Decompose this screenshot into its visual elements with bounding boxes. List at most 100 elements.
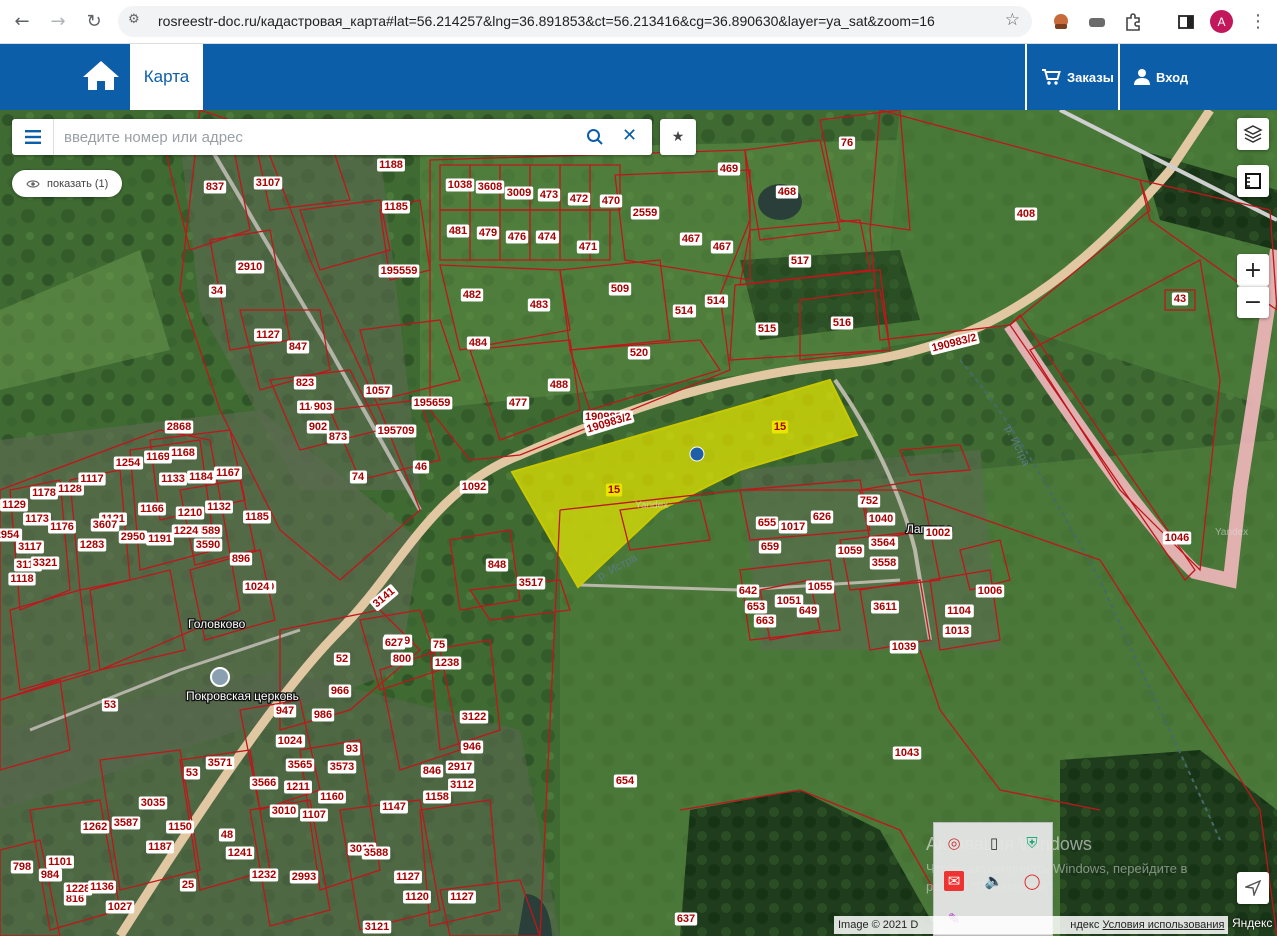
parcel-number[interactable]: 195709 — [378, 425, 415, 437]
parcel-number[interactable]: 1017 — [781, 521, 805, 533]
parcel-number[interactable]: 846 — [423, 765, 441, 777]
parcel-number[interactable]: 1185 — [384, 201, 408, 213]
sidebar-icon[interactable] — [1172, 8, 1200, 36]
parcel-number[interactable]: 488 — [550, 379, 568, 391]
parcel-number[interactable]: 1184 — [189, 471, 214, 483]
parcel-number[interactable]: 472 — [570, 193, 588, 205]
yandex-logo[interactable]: Яндекс — [1232, 916, 1272, 930]
parcel-number[interactable]: 1173 — [25, 513, 49, 525]
parcel-number[interactable]: 653 — [747, 601, 765, 613]
parcel-number[interactable]: 1128 — [58, 483, 82, 495]
parcel-number[interactable]: 627 — [385, 637, 403, 649]
parcel-number[interactable]: 2917 — [448, 761, 472, 773]
parcel-number[interactable]: 53 — [104, 699, 116, 711]
parcel-number[interactable]: 46 — [415, 461, 427, 473]
parcel-number[interactable]: 823 — [296, 377, 314, 389]
parcel-number[interactable]: 1224 — [174, 525, 199, 537]
parcel-number[interactable]: 800 — [393, 653, 411, 665]
parcel-number[interactable]: 1101 — [48, 856, 72, 868]
usb-icon[interactable]: ▯ — [984, 833, 1004, 853]
parcel-number[interactable]: 3112 — [450, 779, 474, 791]
parcel-number[interactable]: 3121 — [365, 921, 389, 933]
parcel-number[interactable]: 986 — [314, 709, 332, 721]
parcel-number[interactable]: 873 — [329, 431, 347, 443]
parcel-number[interactable]: 408 — [1017, 208, 1035, 220]
parcel-number[interactable]: 1188 — [379, 159, 403, 171]
tray-app-icon[interactable]: ✉ — [944, 871, 964, 891]
parcel-number[interactable]: 1132 — [207, 501, 231, 513]
parcel-number[interactable]: 3321 — [33, 557, 57, 569]
parcel-number[interactable]: 2868 — [167, 421, 191, 433]
parcel-number[interactable]: 1191 — [148, 533, 172, 545]
parcel-number[interactable]: 752 — [860, 495, 878, 507]
parcel-number[interactable]: 25 — [182, 879, 194, 891]
parcel-number[interactable]: 195559 — [381, 265, 418, 277]
parcel-number[interactable]: 626 — [813, 511, 831, 523]
parcel-number[interactable]: 2950 — [121, 531, 145, 543]
parcel-number[interactable]: 1092 — [462, 481, 486, 493]
parcel-number[interactable]: 3558 — [872, 557, 896, 569]
parcel-number[interactable]: 52 — [336, 653, 348, 665]
parcel-number[interactable]: 481 — [449, 225, 467, 237]
parcel-number[interactable]: 1002 — [926, 527, 950, 539]
parcel-number[interactable]: 514 — [707, 295, 726, 307]
parcel-number[interactable]: 3608 — [478, 181, 502, 193]
parcel-number[interactable]: 1241 — [228, 847, 252, 859]
parcel-number[interactable]: 642 — [739, 585, 757, 597]
parcel-number[interactable]: 1038 — [448, 179, 472, 191]
parcel-number[interactable]: 74 — [352, 471, 365, 483]
parcel-number[interactable]: 3035 — [141, 797, 165, 809]
close-icon[interactable]: ✕ — [622, 125, 637, 146]
parcel-number[interactable]: 1024 — [278, 735, 303, 747]
parcel-number[interactable]: 1129 — [2, 499, 26, 511]
login-button[interactable]: Вход — [1134, 44, 1188, 110]
menu-button[interactable] — [12, 119, 54, 155]
speaker-muted-icon[interactable]: 🔈 — [984, 871, 1004, 891]
forward-icon[interactable]: → — [44, 8, 72, 36]
parcel-number[interactable]: 1262 — [83, 821, 107, 833]
parcel-number[interactable]: 1059 — [838, 545, 862, 557]
parcel-number[interactable]: 1118 — [10, 573, 33, 585]
search-input[interactable] — [64, 127, 574, 147]
parcel-number[interactable]: 903 — [314, 401, 332, 413]
parcel-number[interactable]: 93 — [346, 743, 358, 755]
cadastral-map[interactable]: Головково Лаптево Покровская церковь р. … — [0, 110, 1277, 936]
satellite-map-layer[interactable]: Головково Лаптево Покровская церковь р. … — [0, 110, 1277, 936]
parcel-number[interactable]: 3566 — [252, 777, 276, 789]
parcel-number[interactable]: 1158 — [425, 791, 449, 803]
parcel-number[interactable]: 467 — [682, 233, 700, 245]
terms-link[interactable]: Условия использования — [1102, 919, 1224, 931]
parcel-number[interactable]: 515 — [758, 323, 776, 335]
parcel-number[interactable]: 1147 — [382, 801, 406, 813]
show-button[interactable]: показать (1) — [12, 170, 123, 197]
parcel-number[interactable]: 3117 — [18, 541, 42, 553]
parcel-number[interactable]: 3009 — [507, 187, 531, 199]
parcel-number[interactable]: 2954 — [0, 529, 20, 541]
parcel-number[interactable]: 1117 — [80, 473, 103, 485]
parcel-number[interactable]: 483 — [530, 299, 548, 311]
layers-button[interactable] — [1237, 118, 1269, 150]
tray-app-icon[interactable]: ◎ — [944, 833, 964, 853]
parcel-number[interactable]: 467 — [713, 241, 731, 253]
parcel-number[interactable]: 1039 — [892, 641, 916, 653]
parcel-number[interactable]: 1166 — [140, 503, 164, 515]
parcel-number[interactable]: 76 — [841, 137, 853, 149]
parcel-number[interactable]: 75 — [433, 639, 445, 651]
parcel-number[interactable]: 659 — [761, 541, 779, 553]
parcel-number[interactable]: 1133 — [161, 473, 185, 485]
parcel-number[interactable]: 848 — [488, 559, 506, 571]
extension-icon[interactable] — [1047, 8, 1075, 36]
parcel-number[interactable]: 966 — [331, 685, 349, 697]
parcel-number[interactable]: 947 — [276, 705, 294, 717]
parcel-number[interactable]: 1057 — [366, 385, 390, 397]
location-marker-icon[interactable] — [689, 446, 705, 462]
parcel-number[interactable]: 1168 — [171, 447, 195, 459]
parcel-number[interactable]: 469 — [720, 163, 738, 175]
parcel-number[interactable]: 3607 — [93, 519, 117, 531]
parcel-number[interactable]: 468 — [778, 186, 796, 198]
parcel-number[interactable]: 654 — [616, 775, 635, 787]
parcel-number[interactable]: 1178 — [32, 487, 56, 499]
parcel-number[interactable]: 655 — [758, 517, 776, 529]
parcel-number[interactable]: 474 — [538, 231, 557, 243]
url-text[interactable]: rosreestr-doc.ru/кадастровая_карта#lat=5… — [158, 13, 935, 29]
